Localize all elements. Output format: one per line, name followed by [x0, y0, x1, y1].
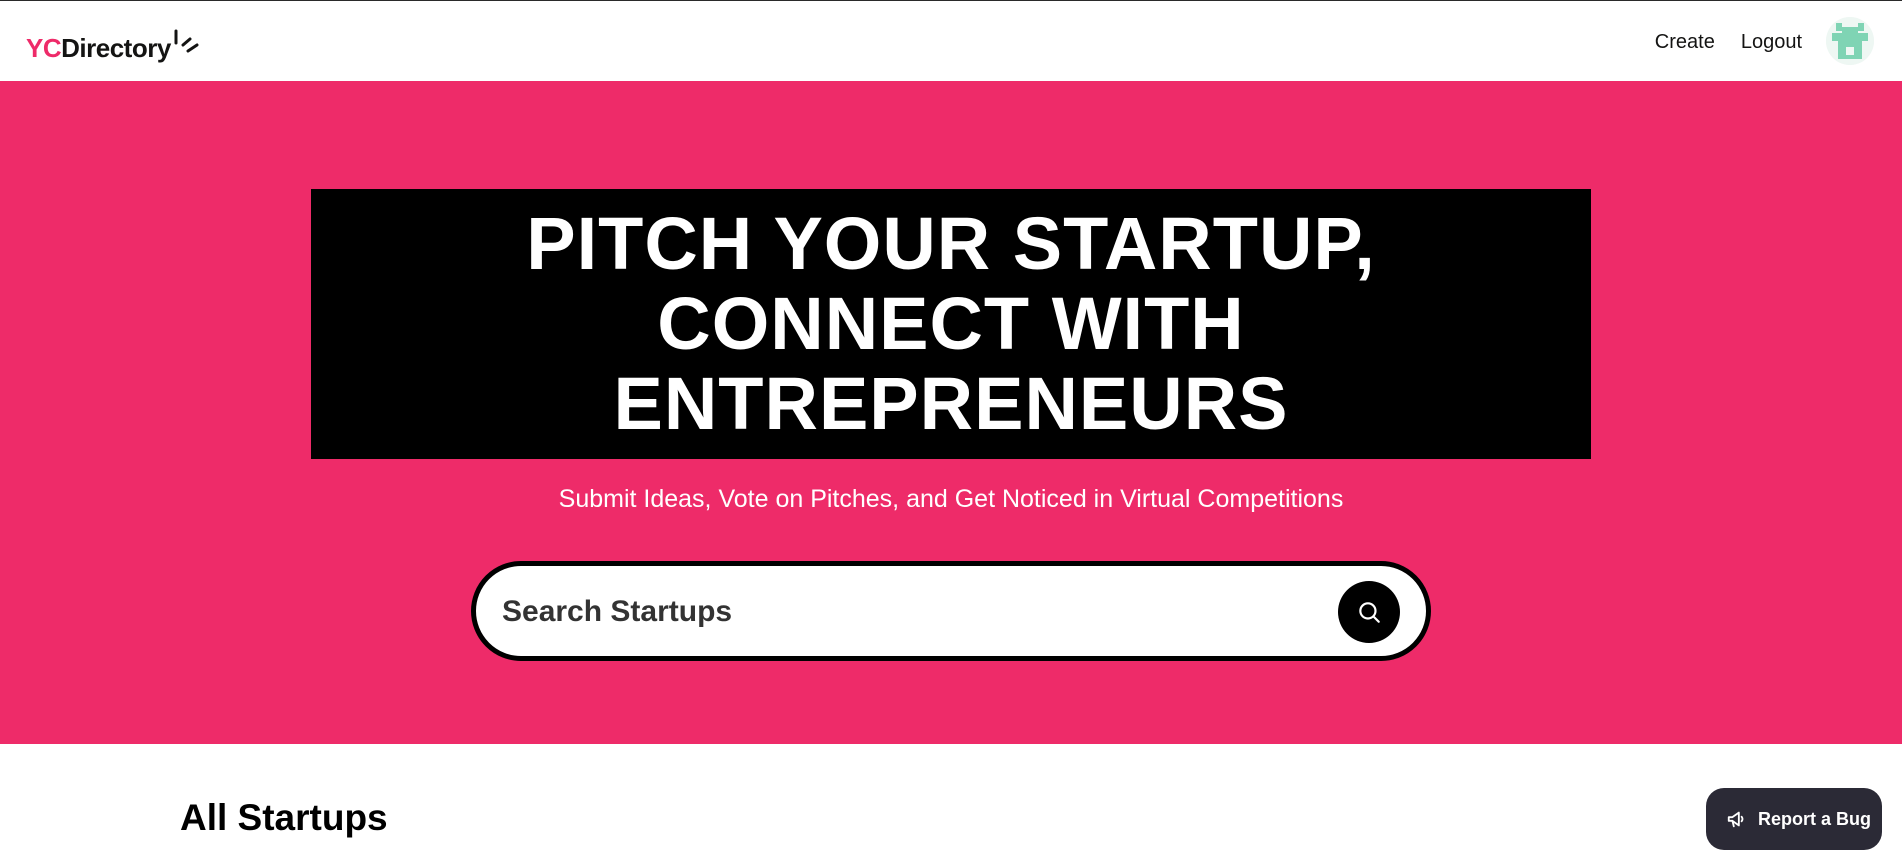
heading-box: Pitch Your Startup, Connect With Entrepr…: [311, 189, 1591, 459]
all-startups-title: All Startups: [180, 797, 388, 838]
navbar: YC Directory Create Logout: [0, 0, 1902, 81]
search-button[interactable]: [1338, 581, 1400, 643]
user-avatar-icon[interactable]: [1826, 17, 1874, 65]
logout-link[interactable]: Logout: [1741, 27, 1802, 57]
logo-directory-text: Directory: [61, 33, 171, 63]
hero-section: Pitch Your Startup, Connect With Entrepr…: [0, 81, 1902, 744]
logo-link[interactable]: YC Directory: [26, 27, 201, 63]
hero-subheading: Submit Ideas, Vote on Pitches, and Get N…: [558, 485, 1344, 513]
report-bug-label: Report a Bug: [1758, 809, 1872, 829]
hero-heading: Pitch Your Startup, Connect With Entrepr…: [526, 202, 1376, 445]
nav-links: Create Logout: [1655, 27, 1802, 57]
logo-yc-text: YC: [26, 33, 62, 63]
search-form: [471, 561, 1431, 661]
report-bug-button[interactable]: Report a Bug: [1706, 788, 1882, 850]
logo-spark-icon: [174, 29, 199, 53]
identicon-graphic: [1826, 17, 1874, 65]
search-icon: [1359, 602, 1380, 623]
create-link[interactable]: Create: [1655, 27, 1715, 57]
megaphone-icon: [1727, 811, 1744, 828]
search-input[interactable]: [500, 586, 1304, 638]
